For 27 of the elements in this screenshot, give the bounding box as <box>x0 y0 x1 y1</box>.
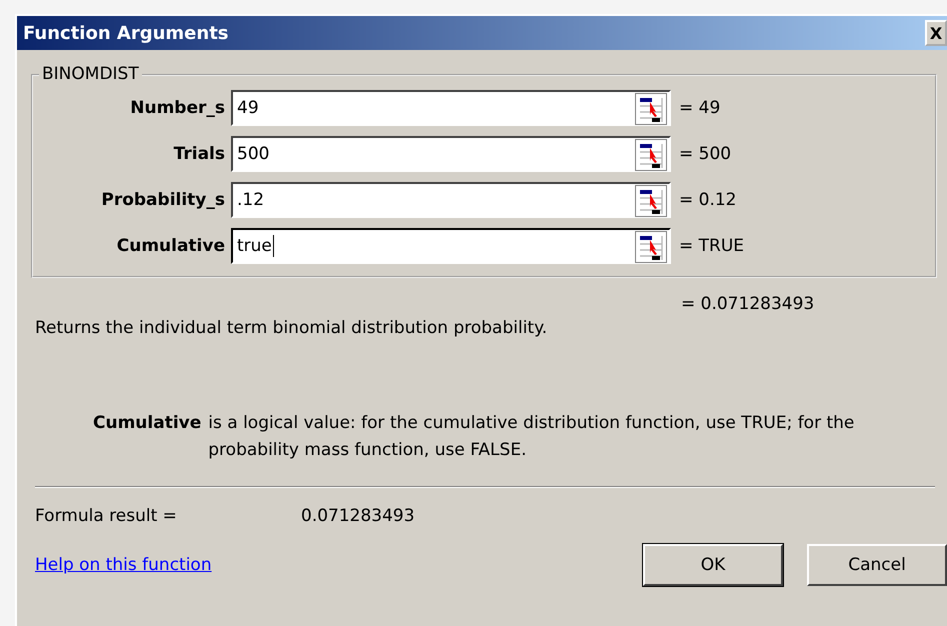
argument-label: Trials <box>172 144 226 164</box>
argument-result: = 500 <box>679 144 732 164</box>
ok-button[interactable]: OK <box>643 544 783 586</box>
formula-result-value: 0.071283493 <box>301 506 415 526</box>
argument-label: Probability_s <box>100 190 226 210</box>
close-button[interactable]: X <box>925 20 947 46</box>
argument-description: is a logical value: for the cumulative distribution function, use TRUE; for the probability mass function, use FALSE. <box>208 412 856 462</box>
input-field[interactable]: .12 <box>231 182 671 218</box>
formula-result-label: Formula result = <box>35 506 178 526</box>
collapse-dialog-icon[interactable] <box>635 185 667 217</box>
collapse-dialog-icon[interactable] <box>635 139 667 171</box>
window-title: Function Arguments <box>23 22 229 44</box>
cancel-button[interactable]: Cancel <box>807 544 947 586</box>
argument-name: Cumulative <box>93 412 202 435</box>
collapse-dialog-icon[interactable] <box>635 231 667 263</box>
input-field[interactable]: 49 <box>231 90 671 126</box>
argument-result: = 0.12 <box>679 190 736 210</box>
function-description: Returns the individual term binomial distribution probability. <box>35 318 548 338</box>
argument-result: = 49 <box>679 98 720 118</box>
input-field[interactable]: 500 <box>231 136 671 172</box>
input-field[interactable]: true <box>231 228 671 264</box>
argument-result: = TRUE <box>679 236 744 256</box>
help-link[interactable]: Help on this function <box>35 555 212 575</box>
argument-label: Cumulative <box>116 236 226 256</box>
collapse-dialog-icon[interactable] <box>635 93 667 125</box>
function-result: = 0.071283493 <box>681 294 814 314</box>
argument-label: Number_s <box>129 98 226 118</box>
